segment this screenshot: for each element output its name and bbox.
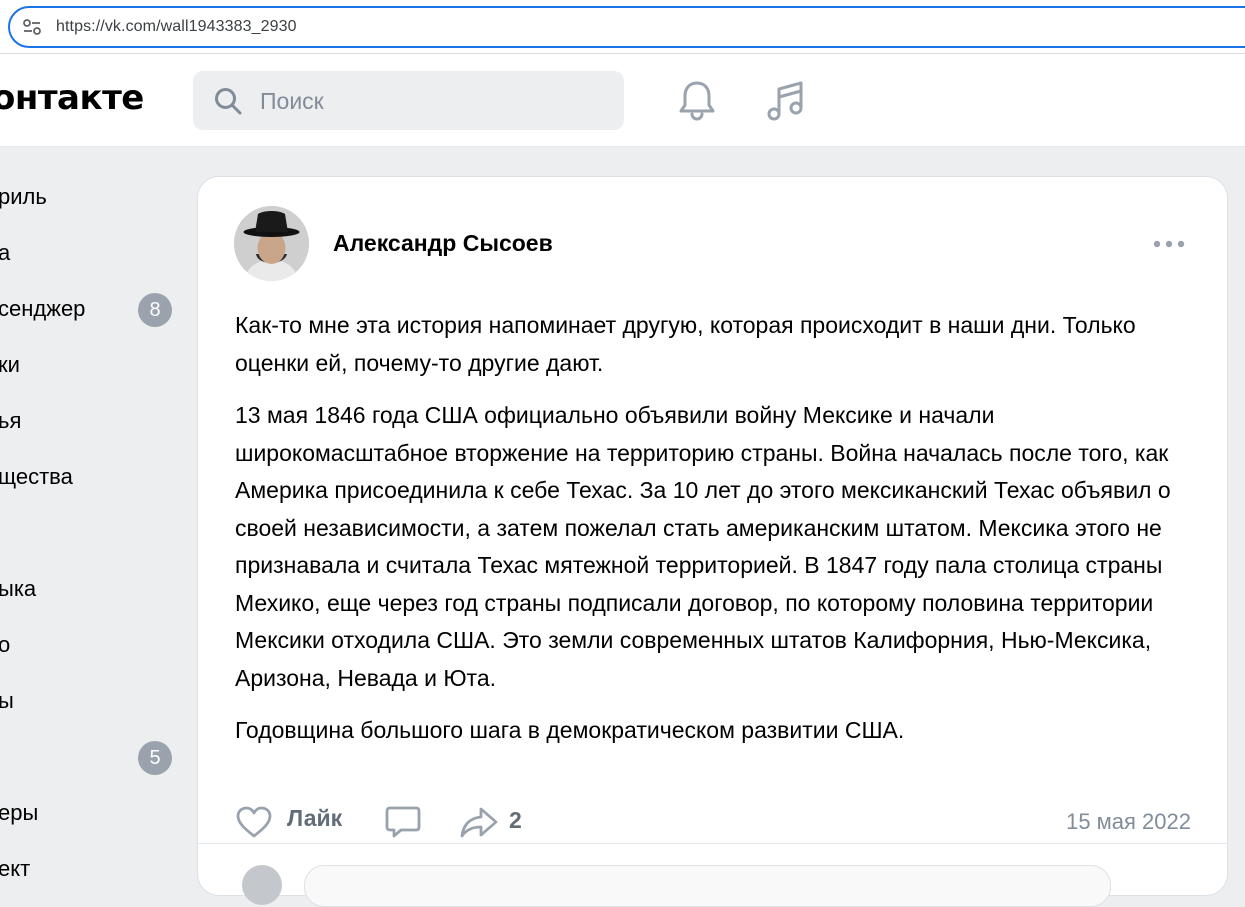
address-bar[interactable]: https://vk.com/wall1943383_2930 [8,6,1245,48]
music-icon[interactable] [764,79,808,123]
nav-item-news[interactable]: а [0,234,180,274]
browser-toolbar: https://vk.com/wall1943383_2930 [0,0,1245,54]
nav-item-label: риль [0,184,47,209]
nav-item-label: щества [0,464,73,489]
nav-item-stickers[interactable]: еры [0,794,180,834]
logo[interactable]: онтакте [0,78,144,118]
nav-item-music[interactable]: ыка [0,570,180,610]
divider [198,843,1227,844]
nav-item-communities[interactable]: щества [0,458,180,498]
avatar-image [234,206,309,281]
post-paragraph: Как-то мне эта история напоминает другую… [235,312,1136,376]
nav-item-label: ект [0,856,31,881]
nav-item-messenger[interactable]: сенджер 8 [0,290,180,330]
nav-item-label: ья [0,408,22,433]
current-user-avatar [242,865,282,905]
games-count-badge: 5 [138,741,172,775]
nav-item-profile[interactable]: риль [0,178,180,218]
author-name[interactable]: Александр Сысоев [333,230,553,257]
nav-item-games[interactable]: 5 [0,738,180,778]
like-button[interactable]: Лайк [287,805,342,832]
share-count: 2 [509,807,522,833]
search-input[interactable]: Поиск [193,71,624,130]
comment-input[interactable] [304,865,1111,907]
heart-icon[interactable] [235,805,273,839]
nav-item-label: ы [0,688,14,713]
site-info-icon[interactable] [22,18,42,36]
post-card: Александр Сысоев Как-то мне эта история … [197,176,1228,907]
more-options-icon[interactable] [1153,239,1185,249]
post-text: Как-то мне эта история напоминает другую… [235,307,1205,765]
site-header: онтакте Поиск [0,54,1245,147]
post-paragraph: 13 мая 1846 года США официально объявили… [235,402,1171,691]
nav-item-label: ыка [0,576,37,601]
post-actions: Лайк 2 15 мая 2022 [235,803,1195,843]
messenger-count-badge: 8 [138,293,172,327]
nav-item-friends[interactable]: ья [0,402,180,442]
nav-item-label: ки [0,352,20,377]
share-icon[interactable] [459,806,499,838]
comment-icon[interactable] [385,805,421,839]
nav-item-label: а [0,240,11,265]
post-date[interactable]: 15 мая 2022 [1066,809,1191,835]
nav-item-video[interactable]: о [0,626,180,666]
nav-item-label: еры [0,800,39,825]
search-icon [215,88,242,115]
post-paragraph: Годовщина большого шага в демократическо… [235,717,905,743]
nav-item-market[interactable]: ект [0,850,180,890]
nav-item-clips[interactable]: ы [0,682,180,722]
url-text[interactable]: https://vk.com/wall1943383_2930 [56,18,297,36]
author-avatar[interactable] [234,206,309,281]
nav-item-calls[interactable]: ки [0,346,180,386]
nav-item-label: о [0,632,11,657]
bell-icon[interactable] [677,79,717,121]
search-placeholder: Поиск [260,88,324,114]
nav-item-label: сенджер [0,296,86,321]
